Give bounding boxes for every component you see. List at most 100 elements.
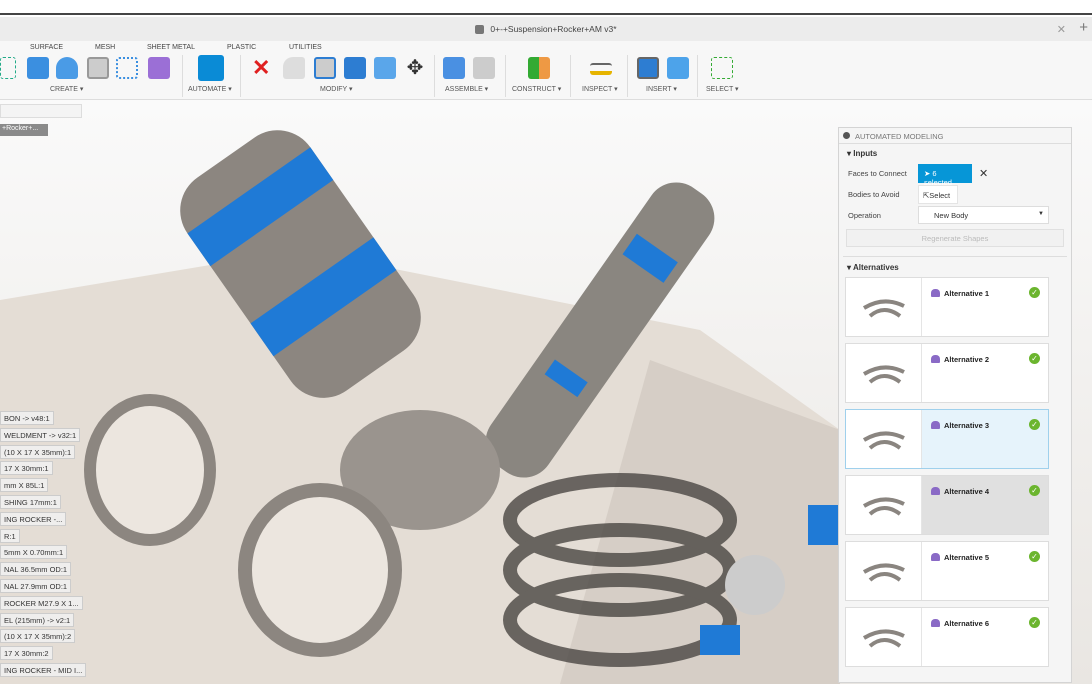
browser-item[interactable]: 5mm X 0.70mm:1	[0, 545, 68, 560]
joint-icon[interactable]	[473, 57, 495, 79]
faces-to-connect-label: Faces to Connect	[848, 169, 907, 178]
operation-dropdown[interactable]: New Body ▼	[918, 206, 1049, 224]
browser-item[interactable]: 17 X 30mm:2	[0, 646, 53, 661]
shell-icon[interactable]	[314, 57, 336, 79]
create-menu[interactable]: CREATE ▾	[50, 85, 83, 93]
alternative-card[interactable]: Alternative 1 ✓	[845, 277, 1049, 337]
alternative-card[interactable]: Alternative 4 ✓	[845, 475, 1049, 535]
chevron-down-icon: ▼	[1038, 211, 1044, 217]
revolve-icon[interactable]	[56, 57, 78, 79]
alternatives-section-header[interactable]: ▾ Alternatives	[839, 257, 1071, 277]
browser-item[interactable]: ROCKER M27.9 X 1...	[0, 595, 83, 610]
top-edge	[0, 0, 1092, 15]
combine-icon[interactable]	[344, 57, 366, 79]
alternative-thumbnail	[846, 542, 922, 600]
check-icon: ✓	[1029, 551, 1040, 562]
bodies-to-avoid-label: Bodies to Avoid	[848, 190, 900, 199]
insert-derive-icon[interactable]	[637, 57, 659, 79]
clear-selection-icon[interactable]: ✕	[979, 167, 988, 180]
close-tab-icon[interactable]: ✕	[1057, 23, 1066, 36]
construct-menu[interactable]: CONSTRUCT ▾	[512, 85, 561, 93]
alternative-name: Alternative 6	[944, 619, 990, 628]
alternative-card[interactable]: Alternative 5 ✓	[845, 541, 1049, 601]
extrude-icon[interactable]	[27, 57, 49, 79]
browser-item[interactable]: (10 X 17 X 35mm):2	[0, 629, 76, 644]
body-icon	[931, 553, 940, 561]
alternative-name: Alternative 4	[944, 487, 990, 496]
browser-item[interactable]: BON -> v48:1	[0, 411, 54, 425]
delete-icon[interactable]: ✕	[252, 57, 274, 79]
automated-modeling-panel: AUTOMATED MODELING ▾ Inputs Faces to Con…	[838, 127, 1072, 683]
browser-item[interactable]: 17 X 30mm:1	[0, 461, 53, 476]
faces-to-connect-button[interactable]: ➤ 6 selected	[918, 164, 972, 187]
form-icon[interactable]	[148, 57, 170, 79]
alternative-thumbnail	[846, 608, 922, 666]
regenerate-shapes-button[interactable]: Regenerate Shapes	[846, 229, 1064, 247]
alternative-thumbnail	[846, 410, 922, 468]
select-box-icon[interactable]	[711, 57, 733, 79]
document-title: 0+-+Suspension+Rocker+AM v3*	[490, 24, 617, 34]
plane-icon[interactable]	[528, 57, 550, 79]
insert-menu[interactable]: INSERT ▾	[646, 85, 677, 93]
tab-mesh[interactable]: MESH	[95, 44, 115, 51]
tab-plastic[interactable]: PLASTIC	[227, 44, 256, 51]
alternative-card[interactable]: Alternative 3 ✓	[845, 409, 1049, 469]
tab-surface[interactable]: SURFACE	[30, 44, 63, 51]
browser-item[interactable]: ING ROCKER -...	[0, 511, 67, 526]
check-icon: ✓	[1029, 617, 1040, 628]
toolbar: SURFACE MESH SHEET METAL PLASTIC UTILITI…	[0, 41, 1092, 100]
document-icon	[475, 24, 485, 34]
browser-item[interactable]: NAL 36.5mm OD:1	[0, 562, 72, 577]
browser-item[interactable]: mm X 85L:1	[0, 478, 49, 493]
inputs-section-header[interactable]: ▾ Inputs	[839, 144, 1071, 163]
new-tab-button[interactable]: +	[1079, 19, 1088, 36]
title-bar: 0+-+Suspension+Rocker+AM v3* ✕ +	[0, 17, 1092, 41]
alternative-thumbnail	[846, 476, 922, 534]
browser-item[interactable]: (10 X 17 X 35mm):1	[0, 444, 76, 459]
select-menu[interactable]: SELECT ▾	[706, 85, 739, 93]
browser-item[interactable]: NAL 27.9mm OD:1	[0, 579, 72, 593]
automated-modeling-icon[interactable]	[198, 55, 224, 81]
browser-item[interactable]: EL (215mm) -> v2:1	[0, 612, 75, 627]
automate-menu[interactable]: AUTOMATE ▾	[188, 85, 232, 93]
measure-icon[interactable]	[590, 63, 612, 75]
check-icon: ✓	[1029, 353, 1040, 364]
body-icon	[931, 355, 940, 363]
alternative-thumbnail	[846, 344, 922, 402]
move-icon[interactable]: ✥	[404, 57, 426, 79]
alternative-name: Alternative 1	[944, 289, 990, 298]
body-icon	[931, 289, 940, 297]
select-label: Select	[929, 191, 951, 200]
hole-icon[interactable]	[87, 57, 109, 79]
pattern-icon[interactable]	[116, 57, 138, 79]
alternative-card[interactable]: Alternative 2 ✓	[845, 343, 1049, 403]
browser-item[interactable]: SHING 17mm:1	[0, 495, 61, 509]
inputs-label: Inputs	[853, 149, 878, 158]
modify-menu[interactable]: MODIFY ▾	[320, 85, 353, 93]
body-icon	[931, 421, 940, 429]
check-icon: ✓	[1029, 419, 1040, 430]
new-component-icon[interactable]	[443, 57, 465, 79]
body-icon	[931, 487, 940, 495]
browser-header[interactable]	[0, 104, 82, 118]
bodies-to-avoid-button[interactable]: ⇱Select	[918, 185, 958, 204]
sketch-icon[interactable]	[0, 57, 16, 79]
alternative-card[interactable]: Alternative 6 ✓	[845, 607, 1049, 667]
alternative-name: Alternative 5	[944, 553, 990, 562]
check-icon: ✓	[1029, 485, 1040, 496]
operation-value: New Body	[934, 211, 969, 220]
offset-face-icon[interactable]	[374, 57, 396, 79]
alternative-thumbnail	[846, 278, 922, 336]
browser-item[interactable]: R:1	[0, 528, 20, 543]
browser-item[interactable]: ING ROCKER - MID I...	[0, 663, 87, 677]
insert-image-icon[interactable]	[667, 57, 689, 79]
body-icon	[931, 619, 940, 627]
tab-utilities[interactable]: UTILITIES	[289, 44, 322, 51]
check-icon: ✓	[1029, 287, 1040, 298]
assemble-menu[interactable]: ASSEMBLE ▾	[445, 85, 488, 93]
tab-sheet-metal[interactable]: SHEET METAL	[147, 44, 195, 51]
browser-item[interactable]: WELDMENT -> v32:1	[0, 427, 81, 442]
fillet-icon[interactable]	[283, 57, 305, 79]
browser-root-item[interactable]: +Rocker+...	[0, 124, 48, 136]
inspect-menu[interactable]: INSPECT ▾	[582, 85, 618, 93]
